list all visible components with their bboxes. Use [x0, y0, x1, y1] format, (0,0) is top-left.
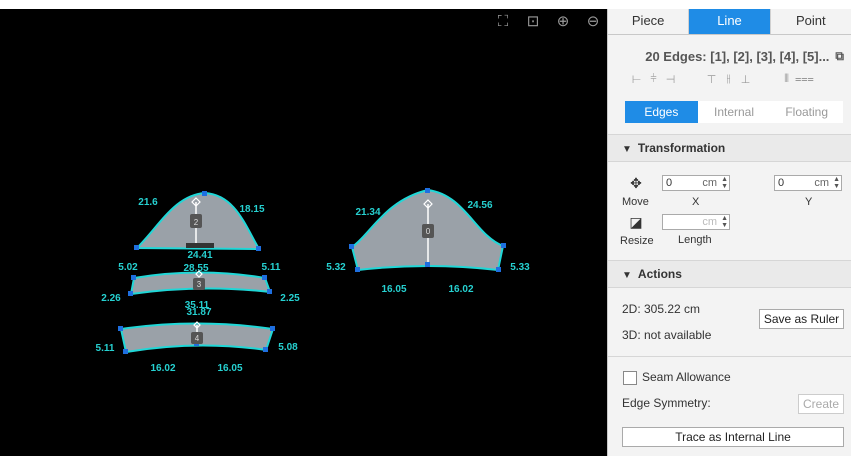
align-right-icon[interactable]: ⊣	[662, 73, 679, 86]
piece-4-edge-label: 5.11	[96, 343, 115, 354]
move-x-field[interactable]: 0 cm ▲ ▼	[662, 175, 730, 191]
piece-2-edge-label: 24.41	[187, 250, 212, 261]
selection-summary: 20 Edges: [1], [2], [3], [4], [5]... ⧉	[618, 49, 844, 64]
zoom-out-icon[interactable]: ⊖	[583, 12, 603, 32]
tab-piece[interactable]: Piece	[608, 9, 690, 34]
piece-3-edge-label: 5.11	[262, 262, 281, 273]
subtab-edges[interactable]: Edges	[625, 101, 698, 123]
length-field[interactable]: cm ▲ ▼	[662, 214, 730, 230]
piece-4-edge-label: 5.08	[278, 342, 298, 353]
stepper-icon: ▲ ▼	[721, 215, 728, 229]
piece-2-point	[134, 245, 139, 250]
stepper-icon: ▲ ▼	[721, 176, 728, 190]
piece-2-point	[202, 191, 207, 196]
viewport-2d[interactable]: 2 21.6 18.15 24.41 3 5.02 28.55 5.11 2.2…	[0, 9, 607, 456]
save-as-ruler-button[interactable]: Save as Ruler	[759, 309, 844, 329]
piece-0-point	[349, 244, 354, 249]
align-center-v-icon[interactable]: ⫲	[720, 73, 737, 86]
piece-3-point	[128, 291, 133, 296]
collapse-triangle-icon: ▼	[622, 270, 632, 281]
piece-3-id: 3	[197, 280, 202, 289]
zoom-selection-icon[interactable]: ⊡	[523, 12, 543, 32]
piece-4-point	[118, 326, 123, 331]
piece-0-point	[501, 243, 506, 248]
piece-3-point	[267, 289, 272, 294]
piece-0-point	[496, 267, 501, 272]
align-toolbar: ⊢ ⫩ ⊣ ⊤ ⫲ ⊥ ⫴ ⩶	[628, 73, 843, 86]
length-3d-text: 3D: not available	[622, 328, 712, 342]
subtab-internal[interactable]: Internal	[698, 101, 771, 123]
edge-symmetry-label: Edge Symmetry:	[622, 396, 711, 410]
piece-0-edge-label: 5.32	[326, 262, 346, 273]
seam-allowance-checkbox[interactable]	[623, 371, 637, 385]
pattern-piece-0[interactable]: 0 21.34 24.56 5.32 5.33 16.05 16.02	[326, 188, 530, 295]
piece-3-point	[262, 275, 267, 280]
fit-view-icon[interactable]: ⛶	[493, 12, 513, 32]
piece-0-edge-label: 24.56	[467, 200, 492, 211]
align-top-icon[interactable]: ⊤	[703, 73, 720, 86]
actions-header[interactable]: ▼ Actions	[608, 260, 851, 288]
piece-2-point	[256, 246, 261, 251]
piece-4-edge-label: 16.05	[217, 363, 242, 374]
mode-tabs: Piece Line Point	[608, 9, 851, 35]
viewport-toolbar: ⛶ ⊡ ⊕ ⊖	[493, 12, 603, 32]
edges-summary-text: 20 Edges: [1], [2], [3], [4], [5]...	[645, 49, 830, 64]
copy-list-icon[interactable]: ⧉	[835, 49, 844, 64]
move-icon: ✥	[630, 175, 642, 191]
length-label: Length	[678, 234, 712, 246]
top-strip	[0, 0, 851, 9]
piece-4-edge-label: 16.02	[150, 363, 175, 374]
move-label: Move	[622, 196, 649, 208]
y-label: Y	[805, 196, 813, 208]
divider	[608, 356, 851, 357]
piece-4-point	[270, 326, 275, 331]
zoom-in-icon[interactable]: ⊕	[553, 12, 573, 32]
piece-4-point	[123, 349, 128, 354]
piece-0-edge-label: 5.33	[510, 262, 530, 273]
tab-line[interactable]: Line	[689, 9, 771, 34]
piece-0-point	[425, 188, 430, 193]
piece-0-edge-label: 16.05	[381, 284, 406, 295]
piece-2-id: 2	[194, 218, 199, 227]
piece-0-id: 0	[426, 227, 431, 236]
piece-4-id: 4	[195, 334, 200, 343]
resize-label: Resize	[620, 235, 654, 247]
piece-3-point	[131, 275, 136, 280]
create-button[interactable]: Create	[798, 394, 844, 414]
piece-4-edge-label: 31.87	[186, 307, 211, 318]
pattern-piece-3[interactable]: 3 5.02 28.55 5.11 2.26 2.25 35.11	[101, 262, 300, 311]
trace-internal-line-button[interactable]: Trace as Internal Line	[622, 427, 844, 447]
pattern-piece-4[interactable]: 4 31.87 5.11 5.08 16.02 16.05	[96, 307, 299, 374]
move-y-field[interactable]: 0 cm ▲ ▼	[774, 175, 842, 191]
tab-point[interactable]: Point	[770, 9, 851, 34]
piece-3-edge-label: 28.55	[183, 263, 208, 274]
pattern-canvas[interactable]: 2 21.6 18.15 24.41 3 5.02 28.55 5.11 2.2…	[0, 9, 607, 456]
piece-3-edge-label: 2.26	[101, 293, 121, 304]
align-left-icon[interactable]: ⊢	[628, 73, 645, 86]
align-bottom-icon[interactable]: ⊥	[737, 73, 754, 86]
property-panel: Piece Line Point 20 Edges: [1], [2], [3]…	[607, 9, 851, 456]
subtab-floating[interactable]: Floating	[770, 101, 843, 123]
piece-0-point	[425, 262, 430, 267]
piece-2-edge-label: 18.15	[239, 204, 264, 215]
x-label: X	[692, 196, 700, 208]
piece-0-edge-label: 21.34	[355, 207, 380, 218]
collapse-triangle-icon: ▼	[622, 144, 632, 155]
piece-4-point	[263, 347, 268, 352]
transformation-header[interactable]: ▼ Transformation	[608, 134, 851, 162]
seam-allowance-label: Seam Allowance	[642, 370, 731, 384]
align-center-h-icon[interactable]: ⫩	[645, 73, 662, 86]
edge-type-tabs: Edges Internal Floating	[625, 101, 843, 123]
piece-3-edge-label: 2.25	[280, 293, 300, 304]
length-2d-text: 2D: 305.22 cm	[622, 302, 701, 316]
piece-3-edge-label: 5.02	[118, 262, 138, 273]
piece-2-edge-label: 21.6	[138, 197, 158, 208]
resize-icon: ◪	[629, 214, 643, 230]
piece-0-edge-label: 16.02	[448, 284, 473, 295]
piece-0-point	[355, 267, 360, 272]
distribute-v-icon[interactable]: ⩶	[795, 73, 814, 86]
distribute-h-icon[interactable]: ⫴	[778, 73, 795, 86]
stepper-icon: ▲ ▼	[833, 176, 840, 190]
